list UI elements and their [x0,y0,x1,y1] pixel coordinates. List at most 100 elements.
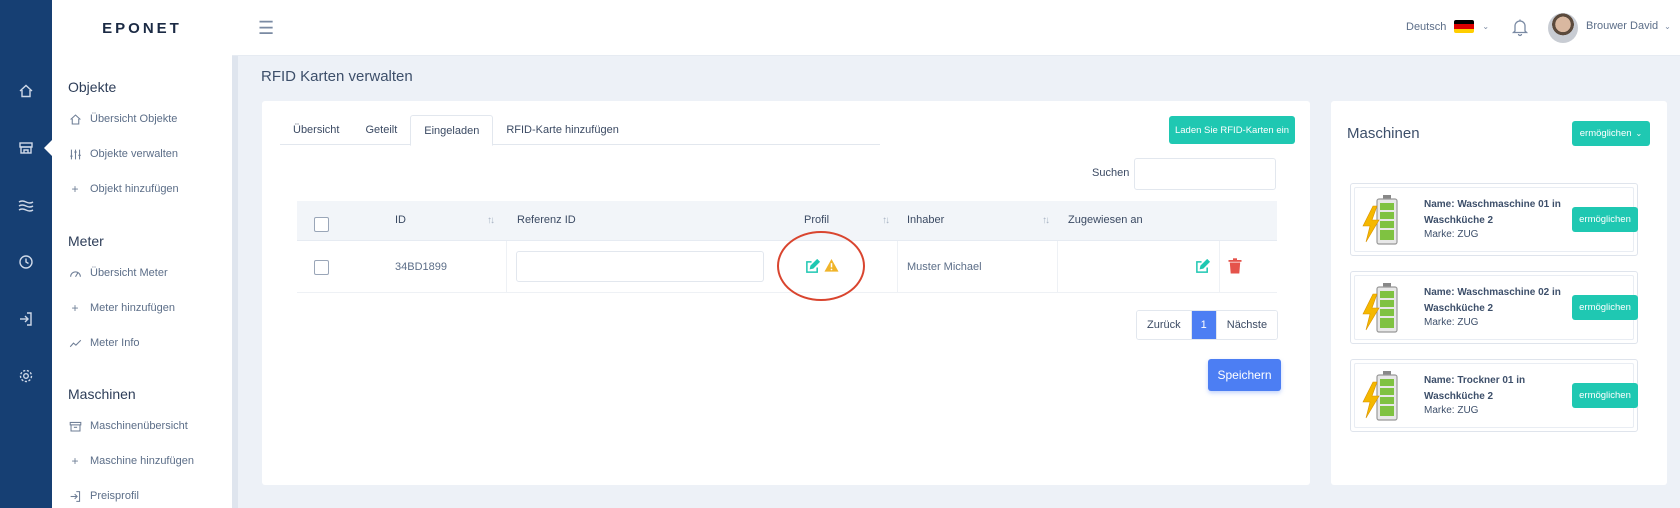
column-header-id[interactable]: ID [395,214,406,226]
top-header: ☰ Deutsch ⌄ Brouwer David ⌄ [232,0,1680,56]
sidebar-item-label: Objekt hinzufügen [90,183,179,195]
pagination-page[interactable]: 1 [1190,311,1217,339]
search-label: Suchen [1092,167,1130,179]
bell-icon[interactable] [1510,17,1530,37]
chevron-down-icon: ⌄ [1664,21,1671,31]
save-button[interactable]: Speichern [1208,359,1281,391]
tab-uebersicht[interactable]: Übersicht [280,115,352,145]
battery-lightning-icon [1362,283,1398,333]
machines-panel: Maschinen ermöglichen ⌄ Name: Waschmasch… [1331,101,1667,485]
select-all-checkbox[interactable] [314,217,329,232]
column-header-referenz-id[interactable]: Referenz ID [517,214,576,226]
sidebar-item-objekte-verwalten[interactable]: Objekte verwalten [68,147,178,161]
sort-icon[interactable]: ↑↓ [882,215,890,226]
sidebar-section-objekte: Objekte [68,79,117,95]
sidebar-item-uebersicht-meter[interactable]: Übersicht Meter [68,266,168,280]
column-header-zugewiesen-an[interactable]: Zugewiesen an [1068,214,1143,226]
machine-brand: Marke: ZUG [1424,405,1479,416]
sidebar-item-label: Maschine hinzufügen [90,455,194,467]
sort-icon[interactable]: ↑↓ [487,215,495,226]
machine-brand: Marke: ZUG [1424,229,1479,240]
sidebar-item-meter-info[interactable]: Meter Info [68,336,140,350]
column-header-inhaber[interactable]: Inhaber [907,214,944,226]
tab-eingeladen[interactable]: Eingeladen [410,115,494,146]
archive-icon [68,419,82,433]
gauge-icon [68,266,82,280]
pagination: Zurück 1 Nächste [1136,310,1279,340]
load-rfid-cards-button[interactable]: Laden Sie RFID-Karten ein [1169,116,1295,144]
enable-machine-button[interactable]: ermöglichen [1572,295,1638,320]
divider [897,241,898,293]
row-checkbox[interactable] [314,260,329,275]
machine-name: Name: Trockner 01 in Waschküche 2 [1424,375,1526,402]
divider [506,241,507,293]
divider [1219,241,1220,293]
sidebar-item-label: Übersicht Objekte [90,113,178,125]
edit-assignment-icon[interactable] [1195,258,1211,274]
tab-bar: Übersicht Geteilt Eingeladen RFID-Karte … [280,115,880,146]
battery-lightning-icon [1362,371,1398,421]
highlight-annotation [777,231,865,301]
menu-icon[interactable]: ☰ [258,18,274,39]
sidebar-section-maschinen: Maschinen [68,386,136,402]
sidebar-section-meter: Meter [68,233,104,249]
sidebar-scrollbar[interactable] [232,56,238,508]
login-icon [68,489,82,503]
table-header: ID ↑↓ Referenz ID Profil ↑↓ Inhaber ↑↓ Z… [297,201,1277,241]
cell-inhaber: Muster Michael [907,261,982,273]
battery-lightning-icon [1362,195,1398,245]
store-icon[interactable] [12,134,40,162]
pagination-prev[interactable]: Zurück [1137,311,1191,339]
machines-title: Maschinen [1347,125,1420,142]
logo[interactable]: EPONET [52,0,232,56]
sliders-icon [68,147,82,161]
plus-icon: + [71,182,79,196]
sidebar-item-label: Objekte verwalten [90,148,179,160]
sidebar-item-label: Übersicht Meter [90,267,168,279]
search-input[interactable] [1134,158,1276,190]
avatar[interactable] [1548,13,1578,43]
page-title: RFID Karten verwalten [261,68,413,85]
machine-card: Name: Trockner 01 in Waschküche 2 Marke:… [1350,359,1638,432]
sidebar-item-meter-hinzufuegen[interactable]: + Meter hinzufügen [68,301,175,315]
active-indicator [44,140,52,156]
machine-name: Name: Waschmaschine 01 in Waschküche 2 [1424,199,1561,226]
login-icon[interactable] [12,305,40,333]
enable-all-dropdown-button[interactable]: ermöglichen ⌄ [1572,121,1650,146]
machine-name: Name: Waschmaschine 02 in Waschküche 2 [1424,287,1561,314]
sidebar-item-objekt-hinzufuegen[interactable]: + Objekt hinzufügen [68,182,179,196]
trend-icon [68,336,82,350]
sidebar-item-maschine-hinzufuegen[interactable]: + Maschine hinzufügen [68,454,194,468]
machine-card: Name: Waschmaschine 02 in Waschküche 2 M… [1350,271,1638,344]
machine-card: Name: Waschmaschine 01 in Waschküche 2 M… [1350,183,1638,256]
language-selector[interactable]: Deutsch ⌄ [1406,20,1489,33]
plus-icon: + [71,454,79,468]
sidebar-item-label: Meter hinzufügen [90,302,175,314]
column-header-profil[interactable]: Profil [804,214,829,226]
waves-icon[interactable] [12,191,40,219]
tab-rfid-karte-hinzufuegen[interactable]: RFID-Karte hinzufügen [493,115,632,145]
tab-geteilt[interactable]: Geteilt [352,115,410,145]
language-label: Deutsch [1406,20,1447,33]
cell-id: 34BD1899 [395,261,447,273]
chevron-down-icon: ⌄ [1482,22,1490,31]
sidebar-item-preisprofil[interactable]: Preisprofil [68,489,139,503]
sort-icon[interactable]: ↑↓ [1042,215,1050,226]
settings-icon[interactable] [12,362,40,390]
clock-icon[interactable] [12,248,40,276]
home-icon [68,112,82,126]
user-menu[interactable]: Brouwer David ⌄ [1586,20,1671,32]
sidebar-item-label: Preisprofil [90,490,139,502]
referenz-id-input[interactable] [516,251,764,282]
home-icon[interactable] [12,77,40,105]
trash-icon[interactable] [1228,258,1242,274]
divider [1057,241,1058,293]
pagination-next[interactable]: Nächste [1216,311,1278,339]
enable-machine-button[interactable]: ermöglichen [1572,383,1638,408]
sidebar-item-uebersicht-objekte[interactable]: Übersicht Objekte [68,112,177,126]
rfid-card-panel: Übersicht Geteilt Eingeladen RFID-Karte … [262,101,1310,485]
enable-machine-button[interactable]: ermöglichen [1572,207,1638,232]
sidebar-item-maschinenuebersicht[interactable]: Maschinenübersicht [68,419,188,433]
plus-icon: + [71,301,79,315]
icon-rail [0,0,52,508]
